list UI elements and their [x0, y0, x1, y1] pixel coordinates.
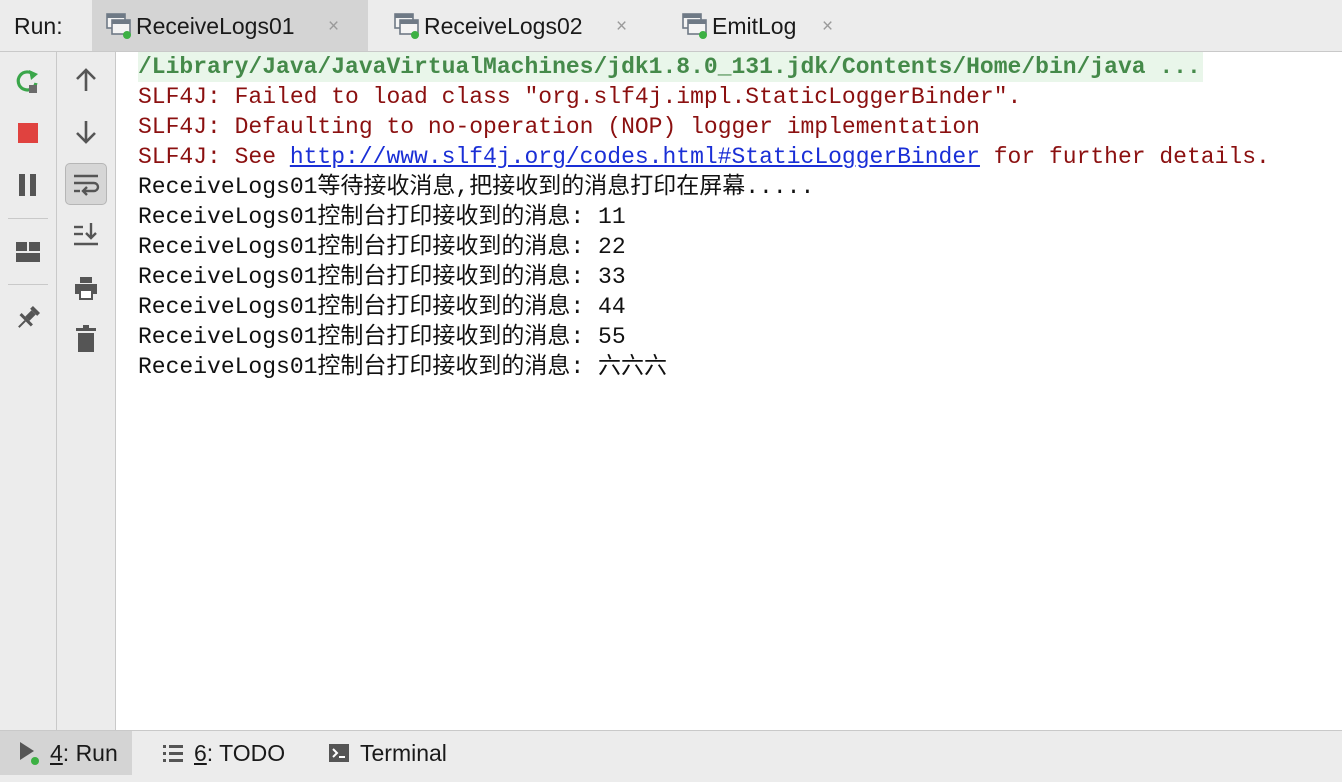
close-icon[interactable]: × [822, 17, 833, 36]
run-config-icon [106, 12, 132, 45]
output-line: ReceiveLogs01控制台打印接收到的消息: 六六六 [138, 354, 668, 380]
error-text: SLF4J: See [138, 144, 290, 170]
command-line[interactable]: /Library/Java/JavaVirtualMachines/jdk1.8… [138, 52, 1203, 82]
tab-text: : TODO [206, 739, 286, 766]
output-line: ReceiveLogs01控制台打印接收到的消息: 33 [138, 264, 626, 290]
error-line: SLF4J: Failed to load class "org.slf4j.i… [138, 84, 1022, 110]
tab-label: EmitLog [712, 13, 797, 39]
stop-icon[interactable] [8, 113, 48, 153]
tool-tab-label: 4: Run [50, 740, 118, 767]
tool-tab-terminal[interactable]: Terminal [314, 731, 461, 775]
rerun-icon[interactable] [8, 61, 48, 101]
terminal-icon [328, 743, 350, 763]
error-text: for further details. [979, 144, 1270, 170]
run-actions-toolbar [0, 52, 57, 730]
output-line: ReceiveLogs01控制台打印接收到的消息: 22 [138, 234, 626, 260]
scroll-to-end-icon[interactable] [66, 214, 106, 254]
print-icon[interactable] [66, 268, 106, 308]
toolbar-separator [8, 218, 48, 219]
tab-text: : Run [62, 739, 118, 766]
output-line: ReceiveLogs01控制台打印接收到的消息: 55 [138, 324, 626, 350]
run-label: Run: [14, 13, 63, 39]
layout-icon[interactable] [8, 232, 48, 272]
soft-wrap-icon[interactable] [65, 163, 107, 205]
scroll-down-icon[interactable] [66, 112, 106, 152]
error-line: SLF4J: Defaulting to no-operation (NOP) … [138, 114, 980, 140]
tab-label: ReceiveLogs01 [136, 13, 295, 39]
toolbar-separator [8, 284, 48, 285]
scroll-up-icon[interactable] [66, 60, 106, 100]
tool-tab-run[interactable]: 4: Run [0, 731, 132, 775]
run-tab-bar: Run: ReceiveLogs01 × ReceiveLogs02 × Emi… [0, 0, 1342, 52]
tool-tab-label: Terminal [360, 739, 447, 766]
tab-receivelogs01[interactable]: ReceiveLogs01 × [92, 0, 368, 51]
mnemonic: 4 [50, 739, 63, 766]
mnemonic: 6 [194, 739, 207, 766]
slf4j-docs-link[interactable]: http://www.slf4j.org/codes.html#StaticLo… [290, 144, 980, 170]
console-output[interactable]: /Library/Java/JavaVirtualMachines/jdk1.8… [116, 52, 1342, 730]
tab-receivelogs02[interactable]: ReceiveLogs02 × [380, 0, 656, 51]
close-icon[interactable]: × [328, 17, 339, 36]
output-line: ReceiveLogs01等待接收消息,把接收到的消息打印在屏幕..... [138, 174, 815, 200]
todo-icon [162, 743, 184, 763]
pause-icon[interactable] [8, 165, 48, 205]
tab-label: ReceiveLogs02 [424, 13, 583, 39]
clear-icon[interactable] [66, 319, 106, 359]
run-config-icon [682, 12, 708, 45]
pin-icon[interactable] [8, 298, 48, 338]
error-line-with-link: SLF4J: See http://www.slf4j.org/codes.ht… [138, 142, 1270, 172]
tool-window-bar: 4: Run 6: TODO Terminal [0, 730, 1342, 782]
tab-emitlog[interactable]: EmitLog × [668, 0, 858, 51]
console-actions-toolbar [57, 52, 116, 730]
close-icon[interactable]: × [616, 17, 627, 36]
tool-tab-todo[interactable]: 6: TODO [148, 731, 299, 775]
output-line: ReceiveLogs01控制台打印接收到的消息: 11 [138, 204, 626, 230]
output-line: ReceiveLogs01控制台打印接收到的消息: 44 [138, 294, 626, 320]
run-config-icon [394, 12, 420, 45]
tool-tab-label: 6: TODO [194, 740, 285, 767]
run-icon [18, 740, 40, 766]
